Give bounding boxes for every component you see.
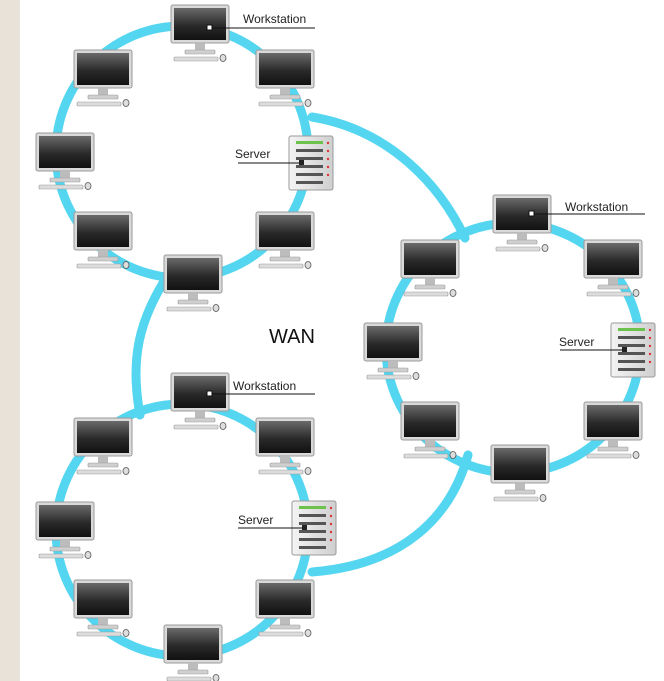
wan-link-top-to-right xyxy=(307,112,470,243)
workstation-icon xyxy=(73,49,133,107)
workstation-icon xyxy=(163,254,223,312)
callout-dot xyxy=(622,347,627,352)
workstation-label: Workstation xyxy=(565,200,628,214)
workstation-icon xyxy=(400,239,460,297)
workstation-label: Workstation xyxy=(233,379,296,393)
wan-label: WAN xyxy=(269,326,315,348)
workstation-icon xyxy=(255,49,315,107)
diagram-svg: Workstation Server Workstation Server Wo… xyxy=(35,4,656,681)
workstation-icon xyxy=(35,132,95,190)
workstation-icon xyxy=(363,322,423,380)
workstation-icon xyxy=(583,239,643,297)
workstation-icon xyxy=(255,417,315,475)
workstation-icon xyxy=(492,194,552,252)
callout-dot xyxy=(206,24,213,31)
server-label: Server xyxy=(235,147,270,161)
workstation-icon xyxy=(170,372,230,430)
workstation-icon xyxy=(170,4,230,62)
wan-link-top-to-bottom xyxy=(131,267,175,420)
callout-dot xyxy=(206,390,213,397)
network-top-left: Workstation Server xyxy=(35,4,334,312)
network-diagram: Workstation Server Workstation Server Wo… xyxy=(20,0,664,681)
server-label: Server xyxy=(238,513,273,527)
workstation-icon xyxy=(163,624,223,681)
workstation-icon xyxy=(73,417,133,475)
network-right: Workstation Server xyxy=(363,194,656,502)
workstation-icon xyxy=(400,401,460,459)
callout-dot xyxy=(302,525,307,530)
workstation-icon xyxy=(255,211,315,269)
workstation-icon xyxy=(73,579,133,637)
callout-dot xyxy=(299,160,304,165)
workstation-label: Workstation xyxy=(243,12,306,26)
server-label: Server xyxy=(559,335,594,349)
workstation-icon xyxy=(490,444,550,502)
network-bottom-left: Workstation Server xyxy=(35,372,337,681)
workstation-icon xyxy=(35,501,95,559)
callout-dot xyxy=(528,210,535,217)
